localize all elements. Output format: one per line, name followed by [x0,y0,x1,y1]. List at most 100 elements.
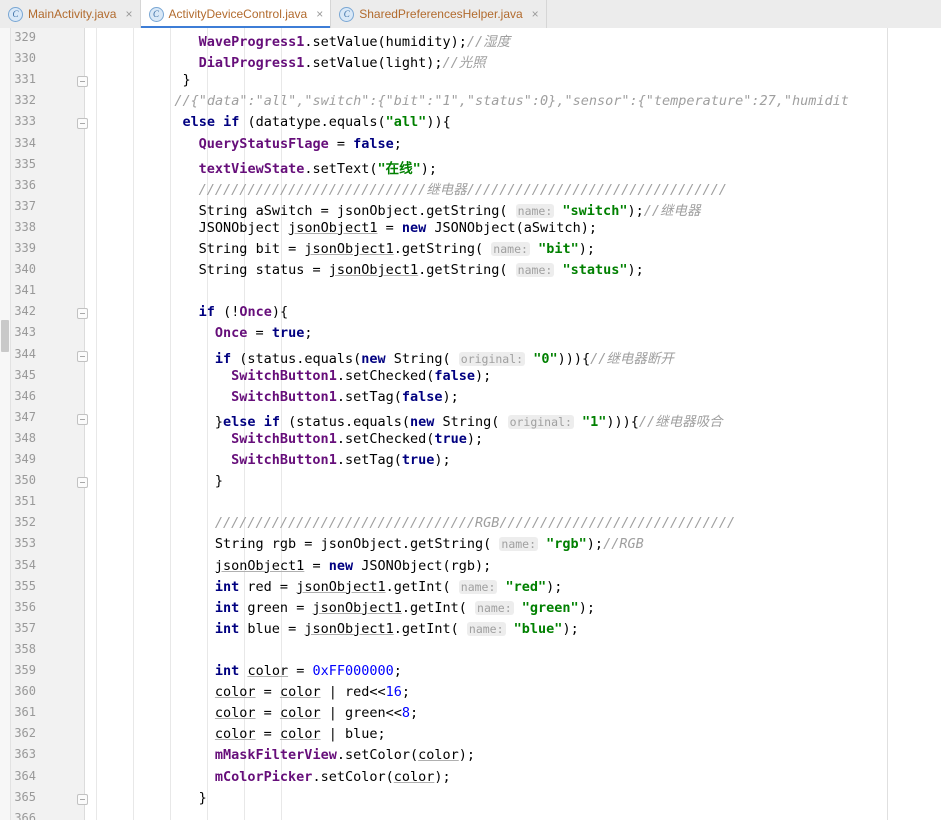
code-token: = [304,558,328,574]
code-token: int [215,621,239,637]
code-token: new [329,558,353,574]
code-line-344[interactable]: if (status.equals(new String( original: … [215,347,674,367]
code-token: (status.equals( [280,414,410,430]
code-fold-toggle[interactable] [77,414,88,425]
code-line-347[interactable]: }else if (status.equals(new String( orig… [215,410,723,430]
code-line-365[interactable]: } [199,790,207,806]
editor-gutter[interactable]: 3293303313323333343353363373383393403413… [11,28,84,820]
code-line-331[interactable]: } [182,72,190,88]
editor-tab-2[interactable]: CSharedPreferencesHelper.java× [331,0,546,28]
code-line-357[interactable]: int blue = jsonObject1.getInt( name: "bl… [215,621,579,637]
code-token: jsonObject1 [296,579,385,595]
code-editor[interactable]: 3293303313323333343353363373383393403413… [0,28,941,820]
java-class-icon: C [8,7,23,22]
code-line-362[interactable]: color = color | blue; [215,726,386,742]
code-line-361[interactable]: color = color | green<<8; [215,705,418,721]
code-line-339[interactable]: String bit = jsonObject1.getString( name… [199,241,595,257]
code-line-363[interactable]: mMaskFilterView.setColor(color); [215,747,475,763]
code-token: textViewState [199,161,305,177]
close-icon[interactable]: × [316,8,323,20]
code-line-355[interactable]: int red = jsonObject1.getInt( name: "red… [215,579,563,595]
code-token [215,114,223,130]
code-line-330[interactable]: DialProgress1.setValue(light);//光照 [199,51,486,71]
code-token: | blue; [321,726,386,742]
code-token: jsonObject1 [304,621,393,637]
code-line-352[interactable]: ////////////////////////////////RGB/////… [215,515,735,531]
code-token: color [215,726,256,742]
code-token: 16 [386,684,402,700]
code-token: (status.equals( [231,351,361,367]
code-fold-toggle[interactable] [77,76,88,87]
code-line-353[interactable]: String rgb = jsonObject.getString( name:… [215,536,644,552]
code-fold-toggle[interactable] [77,794,88,805]
code-token: ; [402,684,410,700]
line-number: 339 [14,241,36,255]
editor-left-scrollbar[interactable] [0,28,11,820]
code-token: .getInt( [386,579,459,595]
code-line-338[interactable]: JSONObject jsonObject1 = new JSONObject(… [199,220,597,236]
code-line-359[interactable]: int color = 0xFF000000; [215,663,402,679]
code-fold-toggle[interactable] [77,351,88,362]
code-line-354[interactable]: jsonObject1 = new JSONObject(rgb); [215,558,491,574]
code-token: //继电器 [644,203,701,219]
line-number: 353 [14,536,36,550]
code-line-348[interactable]: SwitchButton1.setChecked(true); [231,431,483,447]
code-token: else [182,114,215,130]
code-token: "red" [506,579,547,595]
code-surface[interactable]: WaveProgress1.setValue(humidity);//湿度Dia… [85,28,941,820]
line-number: 331 [14,72,36,86]
editor-tab-1[interactable]: CActivityDeviceControl.java× [141,0,332,28]
code-token: (datatype.equals( [239,114,385,130]
code-token: | red<< [321,684,386,700]
code-line-333[interactable]: else if (datatype.equals("all")){ [182,114,450,130]
code-line-332[interactable]: //{"data":"all","switch":{"bit":"1","sta… [174,93,849,109]
line-number: 360 [14,684,36,698]
code-line-336[interactable]: ////////////////////////////继电器/////////… [199,178,727,198]
code-line-329[interactable]: WaveProgress1.setValue(humidity);//湿度 [199,30,511,50]
code-fold-toggle[interactable] [77,118,88,129]
editor-tab-label: SharedPreferencesHelper.java [359,7,522,21]
code-token: if [215,351,231,367]
code-line-364[interactable]: mColorPicker.setColor(color); [215,769,451,785]
code-token: = [288,663,312,679]
code-line-334[interactable]: QueryStatusFlage = false; [199,136,402,152]
code-token [506,621,514,637]
code-token: "all" [386,114,427,130]
code-token: .setValue(humidity); [304,34,467,50]
editor-tab-0[interactable]: CMainActivity.java× [0,0,141,28]
line-number: 359 [14,663,36,677]
code-line-335[interactable]: textViewState.setText("在线"); [199,157,437,177]
code-line-346[interactable]: SwitchButton1.setTag(false); [231,389,459,405]
code-token: color [280,705,321,721]
code-line-340[interactable]: String status = jsonObject1.getString( n… [199,262,644,278]
close-icon[interactable]: × [532,8,539,20]
code-token: jsonObject1 [329,262,418,278]
code-fold-toggle[interactable] [77,308,88,319]
scrollbar-thumb[interactable] [1,320,9,352]
code-token: String rgb = jsonObject.getString( [215,536,499,552]
code-line-350[interactable]: } [215,473,223,489]
code-fold-toggle[interactable] [77,477,88,488]
line-number: 364 [14,769,36,783]
code-line-349[interactable]: SwitchButton1.setTag(true); [231,452,450,468]
parameter-hint: name: [516,204,555,218]
code-line-342[interactable]: if (!Once){ [199,304,288,320]
code-token: jsonObject1 [288,220,377,236]
close-icon[interactable]: × [125,8,132,20]
code-line-345[interactable]: SwitchButton1.setChecked(false); [231,368,491,384]
code-line-343[interactable]: Once = true; [215,325,313,341]
code-line-360[interactable]: color = color | red<<16; [215,684,410,700]
code-token: color [215,684,256,700]
code-token: .setText( [304,161,377,177]
parameter-hint: name: [467,622,506,636]
code-line-356[interactable]: int green = jsonObject1.getInt( name: "g… [215,600,595,616]
code-token: ); [546,579,562,595]
code-line-337[interactable]: String aSwitch = jsonObject.getString( n… [199,199,701,219]
parameter-hint: original: [508,415,574,429]
code-token: ); [434,452,450,468]
parameter-hint: name: [516,263,555,277]
line-number: 343 [14,325,36,339]
parameter-hint: original: [459,352,525,366]
code-token: ; [394,136,402,152]
right-margin-guide [887,28,888,820]
